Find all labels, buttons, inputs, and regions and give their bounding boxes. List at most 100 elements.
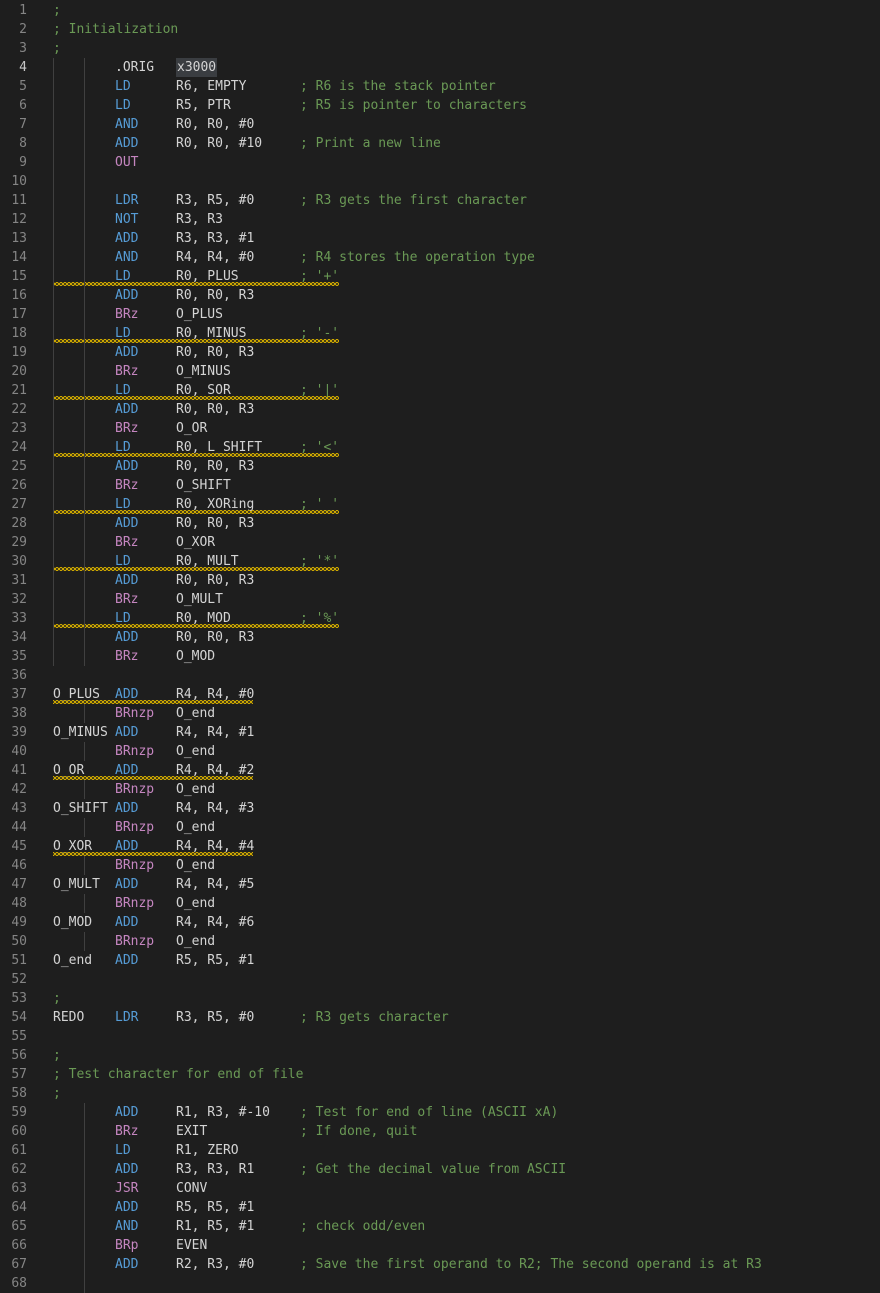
- opcode-text: AND: [115, 1217, 138, 1236]
- line-number: 20: [0, 362, 27, 381]
- operands-text: R0, R0, R3: [176, 628, 254, 647]
- code-line[interactable]: 43O_SHIFTADDR4, R4, #3: [0, 799, 880, 818]
- operands-text: R0, R0, R3: [176, 571, 254, 590]
- code-line[interactable]: 1;: [0, 1, 880, 20]
- line-number: 66: [0, 1236, 27, 1255]
- code-line[interactable]: 40BRnzpO_end: [0, 742, 880, 761]
- code-line[interactable]: 16ADDR0, R0, R3: [0, 286, 880, 305]
- code-line[interactable]: 4.ORIGx3000: [0, 58, 880, 77]
- code-line[interactable]: 64ADDR5, R5, #1: [0, 1198, 880, 1217]
- code-line[interactable]: 2; Initialization: [0, 20, 880, 39]
- code-line[interactable]: 47O_MULTADDR4, R4, #5: [0, 875, 880, 894]
- code-line[interactable]: 56;: [0, 1046, 880, 1065]
- code-line[interactable]: 36: [0, 666, 880, 685]
- code-line[interactable]: 53;: [0, 989, 880, 1008]
- code-line[interactable]: 9OUT: [0, 153, 880, 172]
- code-line[interactable]: 52: [0, 970, 880, 989]
- line-number: 29: [0, 533, 27, 552]
- line-number: 21: [0, 381, 27, 400]
- opcode-text: ADD: [115, 1255, 138, 1274]
- code-line[interactable]: 62ADDR3, R3, R1; Get the decimal value f…: [0, 1160, 880, 1179]
- code-line[interactable]: 46BRnzpO_end: [0, 856, 880, 875]
- code-line[interactable]: 13ADDR3, R3, #1: [0, 229, 880, 248]
- code-line[interactable]: 59ADDR1, R3, #-10; Test for end of line …: [0, 1103, 880, 1122]
- code-line[interactable]: 55: [0, 1027, 880, 1046]
- operands-text: O_MOD: [176, 647, 215, 666]
- code-line[interactable]: 63JSRCONV: [0, 1179, 880, 1198]
- code-line[interactable]: 50BRnzpO_end: [0, 932, 880, 951]
- code-line[interactable]: 23BRzO_OR: [0, 419, 880, 438]
- opcode-text: BRz: [115, 533, 138, 552]
- line-number: 61: [0, 1141, 27, 1160]
- code-line[interactable]: 39O_MINUSADDR4, R4, #1: [0, 723, 880, 742]
- line-number: 25: [0, 457, 27, 476]
- opcode-text: ADD: [115, 229, 138, 248]
- code-line[interactable]: 54REDOLDRR3, R5, #0; R3 gets character: [0, 1008, 880, 1027]
- code-line[interactable]: 5LDR6, EMPTY; R6 is the stack pointer: [0, 77, 880, 96]
- code-line[interactable]: 11LDRR3, R5, #0; R3 gets the first chara…: [0, 191, 880, 210]
- opcode-text: BRnzp: [115, 818, 154, 837]
- code-line[interactable]: 68: [0, 1274, 880, 1293]
- code-line[interactable]: 51O_endADDR5, R5, #1: [0, 951, 880, 970]
- code-line[interactable]: 38BRnzpO_end: [0, 704, 880, 723]
- code-line[interactable]: 29BRzO_XOR: [0, 533, 880, 552]
- comment-text: ; If done, quit: [300, 1122, 417, 1141]
- code-line[interactable]: 66BRpEVEN: [0, 1236, 880, 1255]
- code-line[interactable]: 58;: [0, 1084, 880, 1103]
- opcode-text: BRnzp: [115, 894, 154, 913]
- operands-text: R5, PTR: [176, 96, 231, 115]
- line-number: 62: [0, 1160, 27, 1179]
- operands-text: R3, R3, #1: [176, 229, 254, 248]
- line-number: 11: [0, 191, 27, 210]
- operands-text: R5, R5, #1: [176, 951, 254, 970]
- code-line[interactable]: 32BRzO_MULT: [0, 590, 880, 609]
- line-number: 12: [0, 210, 27, 229]
- code-line[interactable]: 19ADDR0, R0, R3: [0, 343, 880, 362]
- code-line[interactable]: 57; Test character for end of file: [0, 1065, 880, 1084]
- line-number: 37: [0, 685, 27, 704]
- code-line[interactable]: 6LDR5, PTR; R5 is pointer to characters: [0, 96, 880, 115]
- code-line[interactable]: 31ADDR0, R0, R3: [0, 571, 880, 590]
- code-line[interactable]: 20BRzO_MINUS: [0, 362, 880, 381]
- code-line[interactable]: 42BRnzpO_end: [0, 780, 880, 799]
- code-line[interactable]: 34ADDR0, R0, R3: [0, 628, 880, 647]
- code-line[interactable]: 65ANDR1, R5, #1; check odd/even: [0, 1217, 880, 1236]
- code-line[interactable]: 26BRzO_SHIFT: [0, 476, 880, 495]
- code-line[interactable]: 49O_MODADDR4, R4, #6: [0, 913, 880, 932]
- line-number: 55: [0, 1027, 27, 1046]
- line-number: 4: [0, 58, 27, 77]
- operands-text: O_end: [176, 742, 215, 761]
- code-line[interactable]: 22ADDR0, R0, R3: [0, 400, 880, 419]
- indent-guide: [84, 742, 85, 761]
- code-line[interactable]: 7ANDR0, R0, #0: [0, 115, 880, 134]
- code-line[interactable]: 28ADDR0, R0, R3: [0, 514, 880, 533]
- code-line[interactable]: 35BRzO_MOD: [0, 647, 880, 666]
- line-number: 52: [0, 970, 27, 989]
- code-line[interactable]: 10: [0, 172, 880, 191]
- code-line[interactable]: 14ANDR4, R4, #0; R4 stores the operation…: [0, 248, 880, 267]
- label-text: O_MINUS: [53, 723, 108, 742]
- code-line[interactable]: 17BRzO_PLUS: [0, 305, 880, 324]
- line-number: 42: [0, 780, 27, 799]
- code-line[interactable]: 44BRnzpO_end: [0, 818, 880, 837]
- opcode-text: .ORIG: [115, 58, 154, 77]
- code-line[interactable]: 25 ADD R0, R0, R3: [0, 457, 880, 476]
- opcode-text: ADD: [115, 723, 138, 742]
- opcode-text: ADD: [115, 457, 138, 476]
- code-line[interactable]: 8ADDR0, R0, #10; Print a new line: [0, 134, 880, 153]
- opcode-text: ADD: [115, 875, 138, 894]
- operands-text: R0, R0, R3: [176, 457, 254, 476]
- opcode-text: LD: [115, 1141, 131, 1160]
- code-line[interactable]: 48BRnzpO_end: [0, 894, 880, 913]
- code-line[interactable]: 60BRzEXIT; If done, quit: [0, 1122, 880, 1141]
- code-line[interactable]: 3;: [0, 39, 880, 58]
- operands-text: R3, R5, #0: [176, 191, 254, 210]
- label-text: O_MULT: [53, 875, 100, 894]
- code-line[interactable]: 61LDR1, ZERO: [0, 1141, 880, 1160]
- code-line[interactable]: 12NOTR3, R3: [0, 210, 880, 229]
- line-number: 48: [0, 894, 27, 913]
- line-number: 16: [0, 286, 27, 305]
- code-line[interactable]: 67ADDR2, R3, #0; Save the first operand …: [0, 1255, 880, 1274]
- code-editor[interactable]: 1;2; Initialization3;4.ORIGx30005LDR6, E…: [0, 0, 880, 1293]
- opcode-text: BRp: [115, 1236, 138, 1255]
